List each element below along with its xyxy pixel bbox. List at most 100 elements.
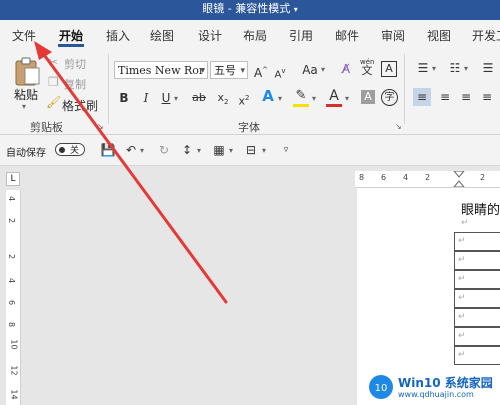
chevron-down-icon[interactable]: ▾ [229, 146, 233, 155]
char-shading-icon[interactable]: A [361, 90, 375, 104]
quick-access-toolbar: 自动保存 关 💾 ↶ ▾ ↻ ↕ ▾ ▦ ▾ ⊟ ▾ ▿ [0, 135, 500, 166]
font-group-label: 字体 [238, 121, 260, 134]
undo-icon[interactable]: ↶ [123, 142, 139, 158]
chevron-down-icon[interactable]: ▾ [321, 65, 325, 74]
table-cell[interactable]: ↵ [454, 308, 500, 327]
paste-icon[interactable] [12, 56, 42, 86]
save-icon[interactable]: 💾 [100, 142, 116, 158]
tab-insert[interactable]: 插入 [106, 27, 130, 44]
tab-selector[interactable]: L [6, 172, 20, 186]
toggle-knob [59, 147, 65, 153]
clear-format-icon[interactable]: A̸ [338, 61, 354, 77]
ruler-tick: 2 [7, 253, 17, 260]
cut-button[interactable]: 剪切 [64, 56, 86, 72]
multilevel-list-icon[interactable]: ☰ [480, 60, 496, 76]
enclose-char-icon[interactable]: 字 [381, 89, 398, 106]
chevron-down-icon[interactable]: ▾ [464, 64, 468, 73]
tab-file[interactable]: 文件 [12, 27, 36, 44]
vertical-ruler[interactable]: 4 2 2 4 6 8 10 12 14 [6, 190, 21, 405]
tab-review[interactable]: 审阅 [381, 27, 405, 44]
table-cell[interactable]: ↵ [454, 327, 500, 346]
strikethrough-icon[interactable]: ab [190, 90, 208, 106]
font-name-select[interactable]: Times New Ror ▾ [114, 61, 208, 79]
paragraph-mark: ↵ [461, 218, 469, 228]
title-dropdown-icon[interactable]: ▾ [294, 5, 298, 14]
ruler-tick: 6 [381, 173, 387, 182]
italic-icon[interactable]: I [140, 90, 152, 106]
subscript-icon[interactable]: x2 [215, 90, 231, 110]
underline-icon[interactable]: U [160, 90, 172, 106]
table-cell[interactable]: ↵ [454, 251, 500, 270]
ruler-tick: 6 [7, 299, 17, 306]
ruler-tick: 4 [403, 173, 409, 182]
watermark-brand: Win10 系统家园 [398, 376, 493, 390]
tab-home[interactable]: 开始 [59, 27, 83, 44]
char-border-icon[interactable]: A [381, 61, 397, 77]
text-effects-icon[interactable]: A [260, 88, 276, 104]
font-size-value: 五号 [214, 64, 236, 77]
ruler-tick: 8 [7, 321, 17, 328]
table-cell[interactable]: ↵ [454, 346, 500, 365]
superscript-icon[interactable]: x2 [236, 90, 252, 110]
chevron-down-icon[interactable]: ▾ [345, 94, 349, 103]
chevron-down-icon[interactable]: ▾ [278, 94, 282, 103]
tab-layout[interactable]: 布局 [243, 27, 267, 44]
copy-icon[interactable]: ❐ [48, 74, 59, 90]
active-tab-indicator [58, 44, 84, 47]
watermark-url: www.qdhuajin.com [398, 390, 474, 399]
tab-mailings[interactable]: 邮件 [335, 27, 359, 44]
line-spacing-icon[interactable]: ↕ [179, 142, 195, 158]
page-break-icon[interactable]: ⊟ [243, 142, 259, 158]
ruler-tick: 2 [480, 173, 486, 182]
chevron-down-icon[interactable]: ▾ [140, 146, 144, 155]
indent-marker-icon[interactable] [453, 171, 465, 187]
table-cell[interactable]: ↵ [454, 270, 500, 289]
table-cell[interactable]: ↵ [454, 289, 500, 308]
pinyin-guide-icon[interactable]: 文 [360, 63, 374, 79]
bold-icon[interactable]: B [118, 90, 130, 106]
customize-qat-icon[interactable]: ▿ [280, 142, 292, 158]
clipboard-launcher-icon[interactable]: ↘ [97, 122, 104, 131]
horizontal-ruler[interactable]: 8 6 4 2 2 [355, 171, 500, 188]
align-right-icon[interactable]: ≡ [458, 89, 474, 105]
numbering-icon[interactable]: ☷ [447, 60, 463, 76]
chevron-down-icon[interactable]: ▾ [197, 146, 201, 155]
font-launcher-icon[interactable]: ↘ [395, 122, 402, 131]
tab-references[interactable]: 引用 [289, 27, 313, 44]
borders-icon[interactable]: ▦ [211, 142, 227, 158]
font-color-bar [326, 104, 342, 107]
format-painter-button[interactable]: 格式刷 [62, 97, 98, 114]
chevron-down-icon[interactable]: ▾ [174, 94, 178, 103]
font-name-value: Times New Ror [118, 64, 205, 77]
cut-icon[interactable]: ✂ [48, 54, 58, 70]
highlight-icon[interactable]: ✎ [293, 88, 309, 104]
autosave-toggle[interactable]: 关 [55, 143, 85, 156]
ruler-tick: 2 [425, 173, 431, 182]
ruler-tick: 14 [9, 389, 19, 400]
chevron-down-icon[interactable]: ▾ [432, 64, 436, 73]
tab-view[interactable]: 视图 [427, 27, 451, 44]
redo-icon[interactable]: ↻ [156, 142, 172, 158]
align-left-icon[interactable]: ≡ [413, 88, 431, 106]
chevron-down-icon: ▾ [200, 66, 205, 76]
grow-font-icon[interactable]: A^ [253, 62, 269, 81]
table-cell[interactable]: ↵ [454, 232, 500, 251]
justify-icon[interactable]: ≡ [479, 89, 495, 105]
change-case-button[interactable]: Aa [300, 62, 320, 78]
tab-developer[interactable]: 开发工 [472, 27, 500, 44]
shrink-font-icon[interactable]: Av [272, 63, 288, 83]
chevron-down-icon[interactable]: ▾ [262, 146, 266, 155]
copy-button[interactable]: 复制 [64, 76, 86, 92]
chevron-down-icon[interactable]: ▾ [312, 94, 316, 103]
paste-button[interactable]: 粘贴 [14, 86, 38, 103]
align-center-icon[interactable]: ≡ [437, 89, 453, 105]
tab-design[interactable]: 设计 [198, 27, 222, 44]
bullets-icon[interactable]: ☰ [415, 60, 431, 76]
format-painter-icon[interactable]: 🖌 [46, 94, 61, 110]
tab-draw[interactable]: 绘图 [150, 27, 174, 44]
font-size-select[interactable]: 五号 ▾ [210, 61, 248, 79]
group-divider [108, 54, 109, 124]
watermark: 10 Win10 系统家园 www.qdhuajin.com [368, 372, 498, 402]
font-color-icon[interactable]: A [326, 88, 342, 104]
paste-dropdown-icon[interactable]: ▾ [22, 102, 26, 111]
